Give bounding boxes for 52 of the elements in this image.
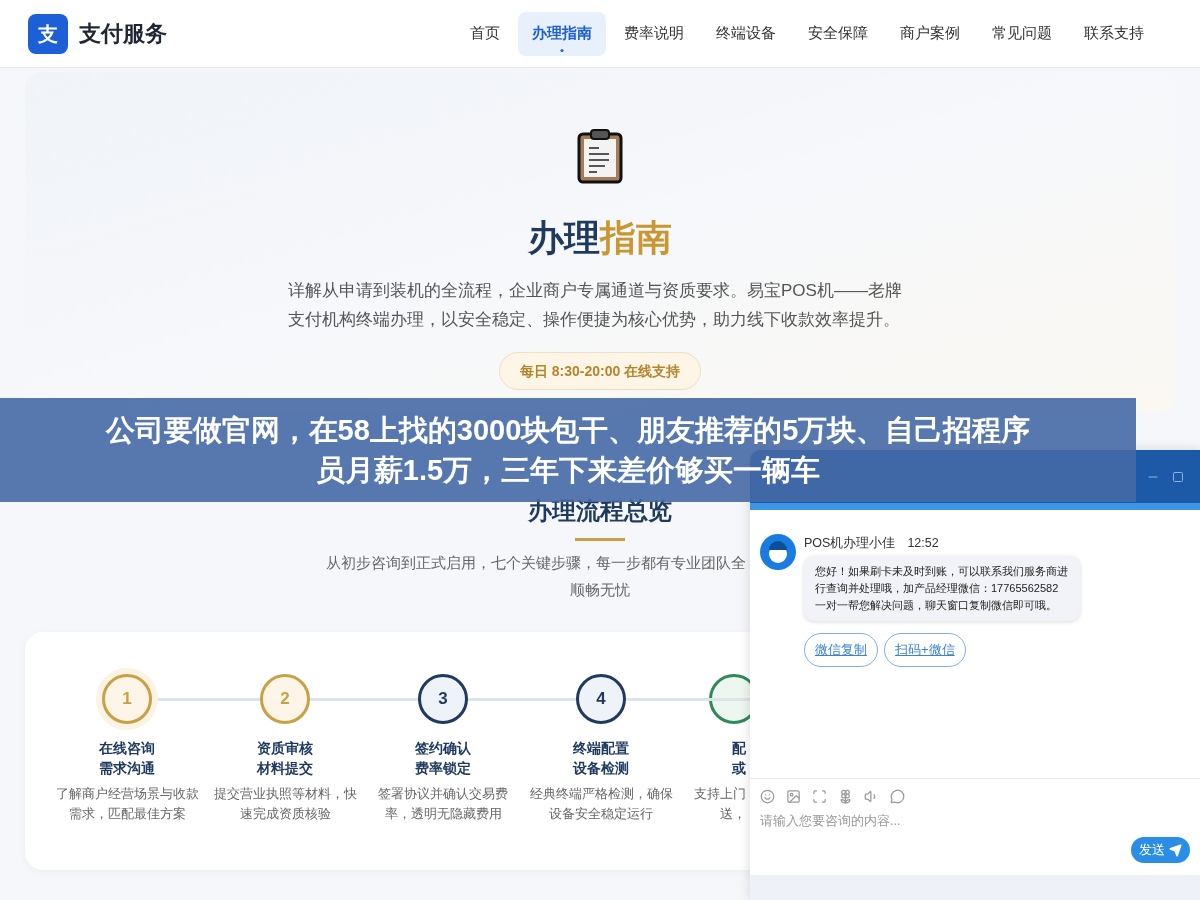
maximize-icon[interactable] [1172, 470, 1184, 483]
emoji-icon[interactable] [760, 789, 775, 804]
send-icon [1169, 843, 1182, 857]
step-title: 或 [732, 759, 746, 778]
nav-tab[interactable]: 联系支持 [1070, 11, 1158, 56]
step-description: 速完成资质核验 [239, 806, 331, 823]
section-subtitle: 顺畅无忧 [570, 580, 630, 600]
nav-tab[interactable]: 首页 [456, 11, 514, 56]
step-description: 设备安全稳定运行 [549, 806, 653, 823]
quick-reply-button[interactable]: 微信复制 [804, 633, 878, 667]
headline-text: 员月薪1.5万，三年下来差价够买一辆车 [315, 453, 821, 488]
step-description: 支持上门 [694, 786, 746, 803]
agent-name: POS机办理小佳 [804, 535, 896, 552]
section-title: 办理流程总览 [528, 496, 672, 526]
step-title: 签约确认 [415, 739, 471, 758]
hero-description: 详解从申请到装机的全流程，企业商户专属通道与资质要求。易宝POS机——老牌支付机构终端办理，以安全稳定、操作便捷为核心优势，助力线下收款效率提升。 [288, 280, 903, 331]
step-description: 经典终端严格检测，确保 [529, 786, 673, 803]
step-title: 在线咨询 [99, 739, 155, 758]
nav-tab[interactable]: 安全保障 [794, 11, 882, 56]
nav-tab[interactable]: 费率说明 [610, 11, 698, 56]
step-title: 需求沟通 [99, 759, 155, 778]
nav-tab[interactable]: 常见问题 [978, 11, 1066, 56]
hours-badge: 每日 8:30-20:00 在线支持 [498, 352, 702, 390]
clipboard-icon [577, 128, 623, 184]
step-title: 终端配置 [573, 739, 629, 758]
agent-avatar-icon [760, 534, 796, 570]
nav-tab[interactable]: 办理指南 [518, 11, 606, 56]
nav-tab[interactable]: 商户案例 [886, 11, 974, 56]
flower-icon[interactable] [838, 789, 853, 804]
message-time: 12:52 [907, 535, 939, 552]
logo-icon: 支 [28, 13, 68, 54]
headline-text: 公司要做官网，在58上找的3000块包干、朋友推荐的5万块、自己招程序 [105, 413, 1031, 448]
screenshot-icon[interactable] [812, 789, 827, 804]
step-description: 送， [720, 806, 746, 823]
step-title: 费率锁定 [415, 759, 471, 778]
step-description: 提交营业执照等材料，快 [213, 786, 357, 803]
step-title: 配 [732, 739, 746, 758]
message-input[interactable]: 请输入您要咨询的内容... [760, 812, 1100, 831]
step-description: 需求，匹配最佳方案 [68, 806, 186, 823]
nav-tab[interactable]: 终端设备 [702, 11, 790, 56]
brand-name: 支付服务 [79, 20, 167, 48]
step-description: 率，透明无隐藏费用 [384, 806, 502, 823]
hero-title: 办理指南 [528, 216, 672, 260]
section-subtitle: 从初步咨询到正式启用，七个关键步骤，每一步都有专业团队全 [326, 553, 746, 573]
step-title: 资质审核 [257, 739, 313, 758]
chat-bubbles-icon[interactable] [890, 789, 905, 804]
step-title: 材料提交 [257, 759, 313, 778]
step-description: 签署协议并确认交易费 [378, 786, 508, 803]
message-bubble: 您好！如果刷卡未及时到账，可以联系我们服务商进行查询并处理哦，加产品经理微信：17765562582 一对一帮您解决问题，聊天窗口复制微信即可哦。 [804, 556, 1080, 621]
step-title: 设备检测 [573, 759, 629, 778]
step-description: 了解商户经营场景与收款 [55, 786, 199, 803]
image-icon[interactable] [786, 789, 801, 804]
